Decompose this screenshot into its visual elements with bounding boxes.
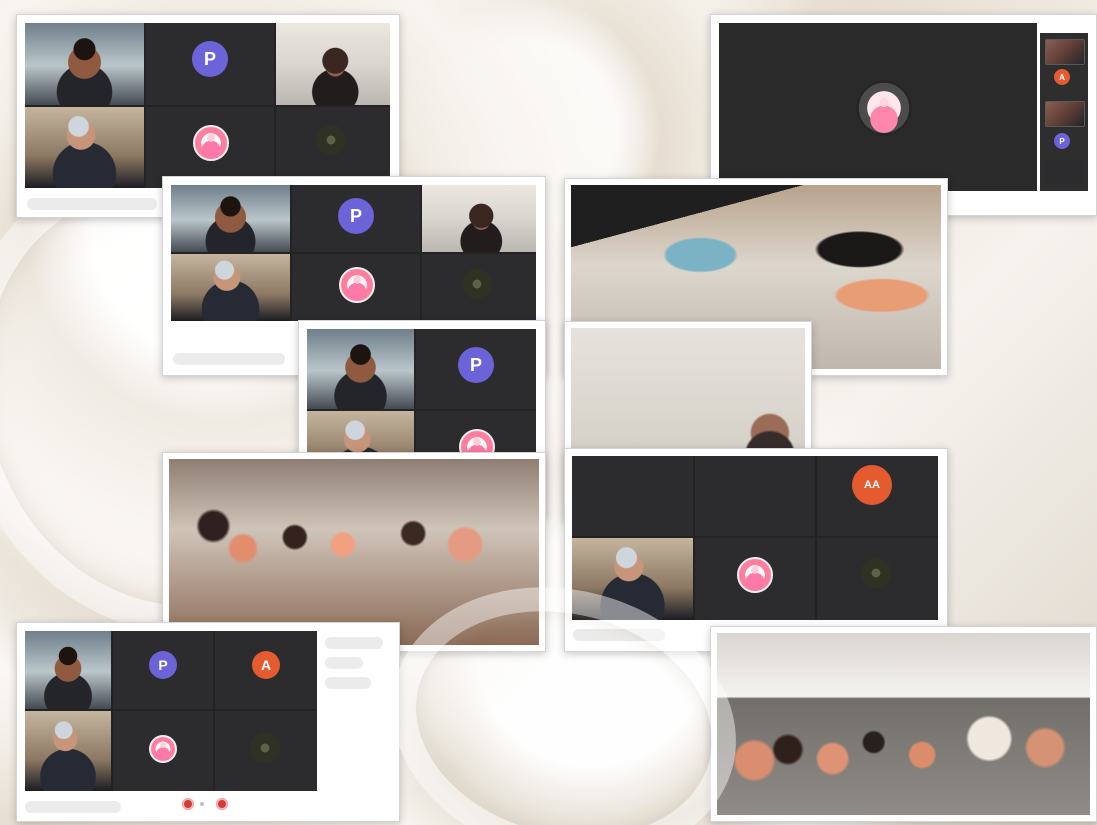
meeting-grid: P [171,185,536,321]
classroom-photo-right-panel [710,626,1097,822]
participant-tile-p: P [416,329,536,409]
presenter-view [719,23,1037,191]
meeting-screenshot-bottom-right: AA [564,448,948,652]
participant-tile-empty [695,456,815,536]
participant-thumb-1 [1045,39,1085,65]
participant-thumb-a: A [1054,69,1070,85]
avatar-a: A [252,651,280,679]
participant-strip: A P [1040,33,1088,191]
presenter-avatar [856,80,912,136]
participant-tile-photo [113,711,213,791]
profile-avatar [737,557,773,593]
meeting-grid: P [25,23,390,188]
mic-button [182,798,194,810]
participant-tile-dark [817,538,938,620]
profile-avatar [149,735,177,763]
participant-thumb-2 [1045,101,1085,127]
participant-video-speaker [171,254,290,321]
classroom-photo-left [169,459,539,645]
meeting-grid: P A [25,631,317,791]
chat-sidebar-line-3 [325,677,371,689]
meeting-caption-bar [173,353,285,365]
participant-video-speaker [25,107,144,188]
participant-thumb-p: P [1054,133,1070,149]
meeting-grid: AA [572,456,938,620]
avatar-p: P [338,198,374,234]
classroom-photo-right [717,633,1090,815]
separator-dot [200,802,204,806]
muted-avatar [462,269,492,299]
profile-avatar [193,125,229,161]
photo-collage: P A P P P AA P A [0,0,1097,825]
participant-tile-aa: AA [817,456,938,536]
profile-avatar [339,267,375,303]
participant-tile-empty [572,456,693,536]
participant-tile-p: P [146,23,274,105]
participant-tile-dark [422,254,536,321]
participant-tile-p: P [292,185,420,252]
camera-button [216,798,228,810]
participant-video-speaker [25,711,111,791]
participant-thumb-dark [1045,160,1083,184]
meeting-screenshot-bottom-left: P A [16,622,400,822]
participant-tile-photo [292,254,420,321]
meeting-caption-bar [25,801,121,813]
avatar-p: P [149,651,177,679]
avatar-aa: AA [852,465,892,505]
avatar-p: P [192,41,228,77]
chat-sidebar-line-2 [325,657,363,669]
participant-video-woman [422,185,536,252]
avatar-p: P [458,347,494,383]
participant-tile-a: A [215,631,317,709]
participant-tile-p: P [113,631,213,709]
chat-sidebar-line-1 [325,637,383,649]
participant-video-student [25,23,144,105]
participant-video-student [171,185,290,252]
muted-avatar [250,733,280,763]
muted-avatar [316,125,346,155]
participant-video-student [25,631,111,709]
participant-video-speaker [572,538,693,620]
muted-avatar [861,558,891,588]
participant-tile-dark [215,711,317,791]
participant-tile-photo [695,538,815,620]
meeting-caption-bar [27,198,157,210]
participant-video-woman [276,23,390,105]
participant-video-student [307,329,414,409]
meeting-caption-bar [573,629,665,641]
